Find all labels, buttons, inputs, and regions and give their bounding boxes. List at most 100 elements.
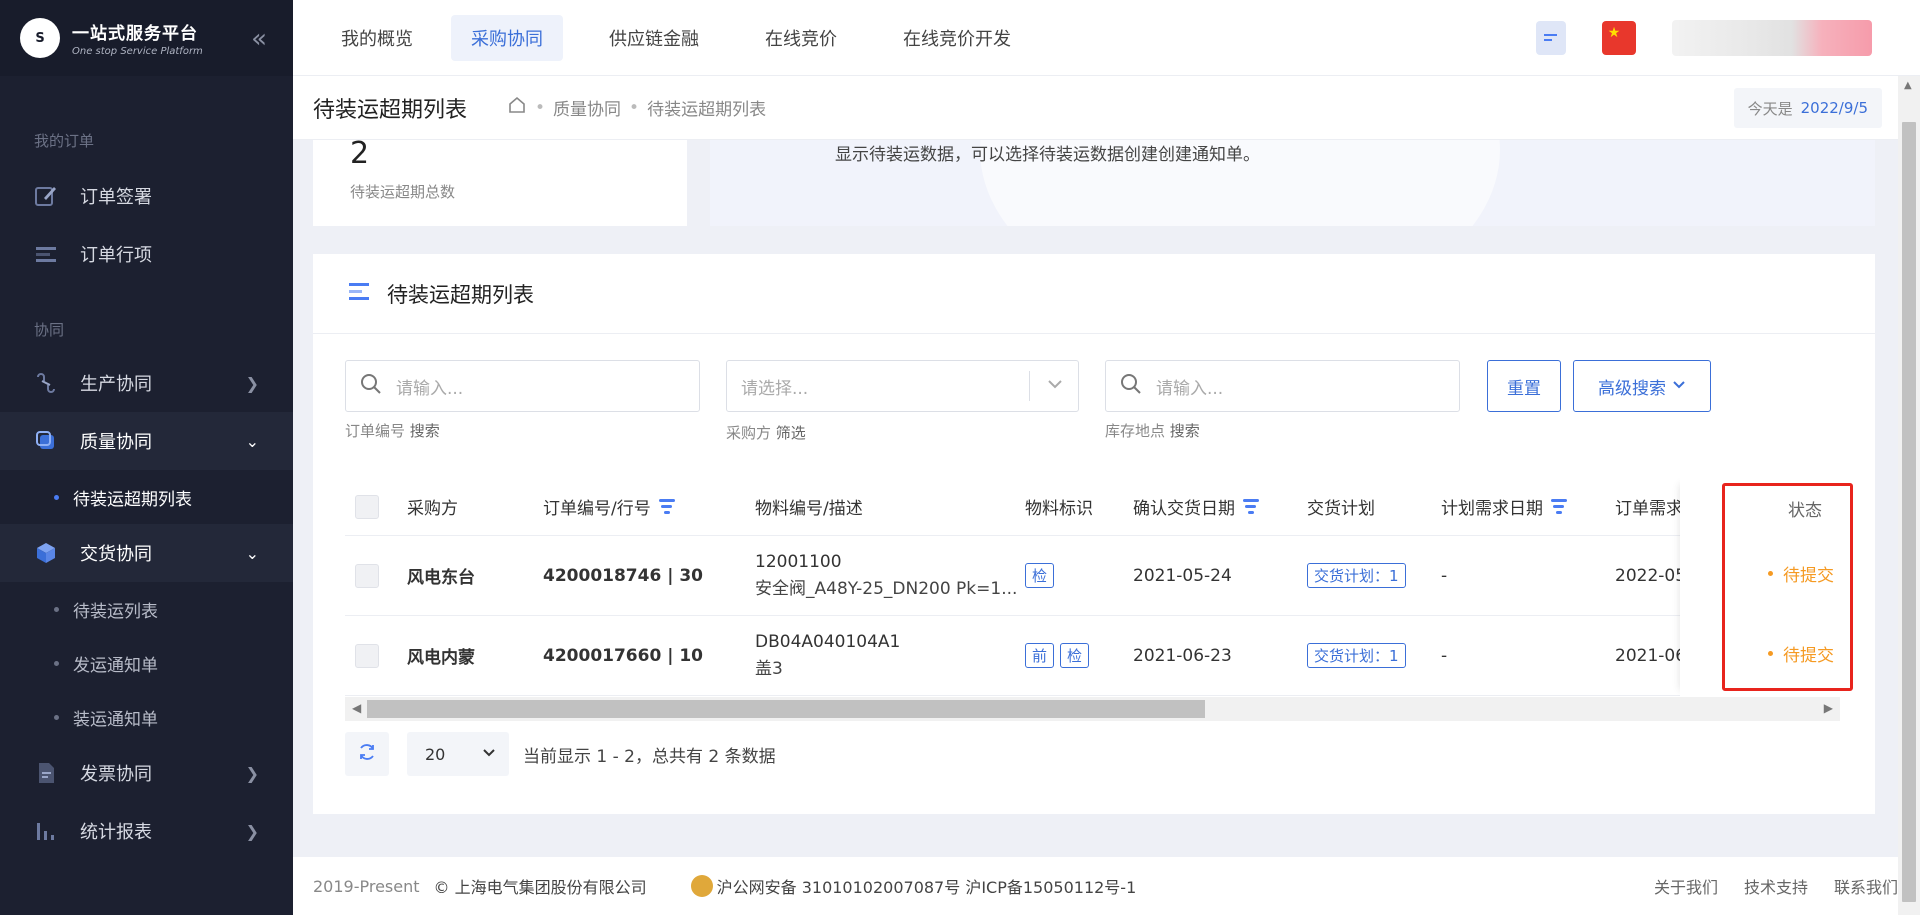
tab-online-bidding[interactable]: 在线竞价 (727, 15, 875, 61)
sidebar-item-order-lines[interactable]: 订单行项 (0, 225, 293, 283)
material-tags: 检 (1025, 536, 1060, 615)
delivery-plan-cell: 交货计划：1 (1307, 616, 1412, 695)
order-filter-caption: 订单编号 搜索 (345, 422, 440, 440)
stat-card: 2 待装运超期总数 (313, 136, 687, 226)
tab-supply-finance[interactable]: 供应链金融 (571, 15, 737, 61)
sidebar: S 一站式服务平台 One stop Service Platform « 我的… (0, 0, 293, 915)
sidebar-subitem-label: 发运通知单 (73, 655, 158, 676)
sidebar-item-reports[interactable]: 统计报表 ❯ (0, 802, 293, 860)
scroll-left-icon[interactable]: ◀ (352, 701, 361, 715)
info-text: 显示待装运数据，可以选择待装运数据创建创建通知单。 (835, 145, 1260, 165)
footer-year: 2019-Present (313, 876, 420, 896)
logo-mark: S (20, 18, 60, 58)
column-header: 订单需求 (1615, 499, 1683, 519)
delivery-plan-link[interactable]: 交货计划：1 (1307, 563, 1406, 588)
tab-online-bidding-dev[interactable]: 在线竞价开发 (865, 15, 1049, 61)
sidebar-item-production[interactable]: 生产协同 ❯ (0, 354, 293, 412)
row-checkbox[interactable] (355, 616, 379, 695)
quality-icon (34, 429, 58, 453)
link-icon (34, 371, 58, 395)
sidebar-item-invoice[interactable]: 发票协同 ❯ (0, 744, 293, 802)
chevron-right-icon: ❯ (245, 373, 259, 393)
sidebar-item-label: 质量协同 (80, 432, 152, 453)
column-header-plan-date[interactable]: 计划需求日期 (1441, 478, 1567, 535)
list-card: 待装运超期列表 请输入... 订单编号 搜索 请选择... 采购方 筛选 请输入… (313, 254, 1875, 814)
search-icon (1120, 373, 1142, 400)
plan-date-cell: - (1441, 645, 1448, 666)
sidebar-item-order-sign[interactable]: 订单签署 (0, 167, 293, 225)
scrollbar-thumb[interactable] (367, 700, 1205, 718)
page-title: 待装运超期列表 (313, 97, 468, 123)
list-icon (349, 282, 371, 305)
document-icon[interactable] (1536, 20, 1566, 55)
filter-icon[interactable] (1243, 499, 1259, 514)
buyer-cell: 风电内蒙 (407, 648, 475, 668)
placeholder: 请输入... (396, 378, 464, 399)
today-badge: 今天是 2022/9/5 (1733, 88, 1882, 128)
filter-icon[interactable] (658, 499, 675, 514)
material-description: 安全阀_A48Y-25_DN200 Pk=1... (755, 579, 1018, 599)
breadcrumb-item[interactable]: 质量协同 (553, 95, 621, 120)
page-size-select[interactable]: 20 (407, 732, 509, 776)
material-cell: DB04A040104A1 盖3 (755, 616, 900, 695)
column-header: 采购方 (407, 499, 458, 519)
sidebar-subitem-dispatch-notice[interactable]: 发运通知单 (0, 636, 293, 690)
brand-logo[interactable]: S 一站式服务平台 One stop Service Platform « (0, 0, 293, 76)
bullet-icon (54, 494, 59, 500)
table-row[interactable]: 风电东台 4200018746 | 30 12001100 安全阀_A48Y-2… (345, 536, 1840, 616)
tag-front[interactable]: 前 (1025, 643, 1055, 668)
location-search-input[interactable]: 请输入... (1105, 360, 1460, 412)
edit-icon (34, 184, 58, 208)
order-search-input[interactable]: 请输入... (345, 360, 700, 412)
column-header-order[interactable]: 订单编号/行号 (543, 478, 675, 535)
card-title: 待装运超期列表 (387, 282, 534, 307)
highlight-box (1722, 483, 1853, 691)
tab-procurement[interactable]: 采购协同 (451, 14, 563, 61)
footer-copyright: © 上海电气集团股份有限公司 (433, 878, 647, 897)
sidebar-subitem-pending-shipment[interactable]: 待装运列表 (0, 582, 293, 636)
column-header-confirm-date[interactable]: 确认交货日期 (1133, 478, 1259, 535)
horizontal-scrollbar[interactable]: ◀ ▶ (345, 697, 1840, 721)
material-number: DB04A040104A1 (755, 632, 901, 652)
scroll-up-icon[interactable]: ▲ (1904, 80, 1912, 91)
sidebar-subitem-shipping-notice[interactable]: 装运通知单 (0, 690, 293, 744)
home-icon[interactable] (507, 95, 527, 120)
sidebar-item-quality[interactable]: 质量协同 ⌄ (0, 412, 293, 470)
user-avatar[interactable] (1672, 19, 1872, 56)
tag-inspect[interactable]: 检 (1025, 563, 1055, 588)
footer-link-about[interactable]: 关于我们 (1654, 874, 1718, 898)
bullet-icon (54, 714, 59, 720)
row-checkbox[interactable] (355, 536, 379, 615)
search-icon (360, 373, 382, 400)
filter-icon[interactable] (1551, 499, 1567, 514)
sidebar-item-label: 发票协同 (80, 764, 152, 785)
chevron-right-icon: ❯ (245, 821, 259, 841)
page-scrollbar[interactable]: ▲ (1898, 76, 1920, 915)
reset-button[interactable]: 重置 (1487, 360, 1561, 412)
refresh-button[interactable] (345, 732, 389, 776)
china-flag-icon[interactable]: ★ (1602, 20, 1636, 55)
footer-icp[interactable]: 沪ICP备15050112号-1 (965, 874, 1136, 898)
bar-chart-icon (34, 819, 58, 843)
collapse-sidebar-icon[interactable]: « (251, 24, 267, 54)
sidebar-item-label: 生产协同 (80, 374, 152, 395)
table-row[interactable]: 风电内蒙 4200017660 | 10 DB04A040104A1 盖3 前 … (345, 616, 1840, 696)
sidebar-item-delivery[interactable]: 交货协同 ⌄ (0, 524, 293, 582)
scrollbar-thumb[interactable] (1902, 122, 1916, 902)
buyer-select[interactable]: 请选择... (726, 360, 1079, 412)
scroll-right-icon[interactable]: ▶ (1824, 701, 1833, 715)
delivery-plan-link[interactable]: 交货计划：1 (1307, 643, 1406, 668)
tab-overview[interactable]: 我的概览 (303, 15, 451, 61)
sidebar-subitem-overdue-list[interactable]: 待装运超期列表 (0, 470, 293, 524)
footer-link-support[interactable]: 技术支持 (1744, 874, 1808, 898)
top-navigation: 我的概览 采购协同 供应链金融 在线竞价 在线竞价开发 ★ (293, 0, 1920, 76)
select-all-checkbox[interactable] (355, 478, 379, 535)
tag-inspect[interactable]: 检 (1060, 643, 1090, 668)
breadcrumb: • 质量协同 • 待装运超期列表 (507, 95, 766, 120)
table-header: 采购方 订单编号/行号 物料编号/描述 物料标识 确认交货日期 交货计划 计划需… (345, 478, 1840, 536)
footer-police[interactable]: 沪公网安备 31010102007087号 沪ICP备15050112号-1 (690, 874, 1136, 898)
data-table: 采购方 订单编号/行号 物料编号/描述 物料标识 确认交货日期 交货计划 计划需… (345, 478, 1840, 696)
order-cell: 4200017660 | 10 (543, 645, 703, 666)
footer-link-contact[interactable]: 联系我们 (1834, 874, 1898, 898)
advanced-search-button[interactable]: 高级搜索 (1573, 360, 1711, 412)
